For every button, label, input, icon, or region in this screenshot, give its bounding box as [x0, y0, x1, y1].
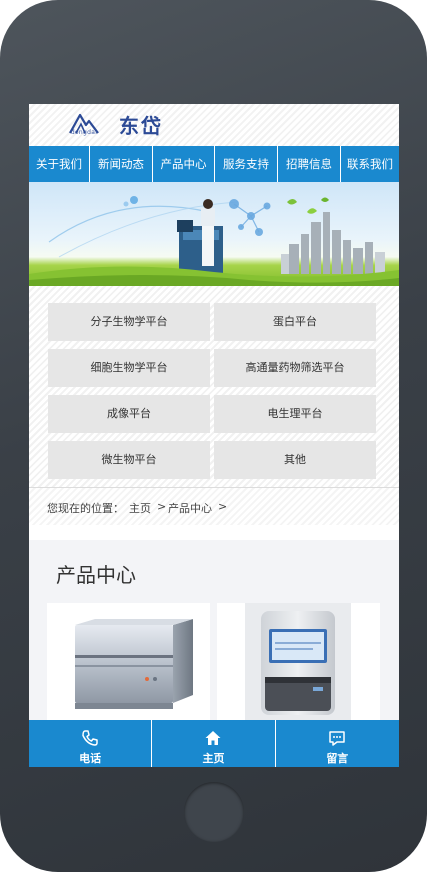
nav-item-news[interactable]: 新闻动态 — [90, 146, 153, 182]
breadcrumb-separator: > — [218, 500, 228, 513]
banner-illustration — [29, 196, 399, 286]
logo-text[interactable]: 东岱 — [119, 110, 163, 139]
main-nav: 关于我们 新闻动态 产品中心 服务支持 招聘信息 联系我们 — [29, 146, 399, 182]
category-button-other[interactable]: 其他 — [214, 441, 376, 479]
home-button[interactable]: 主页 — [152, 720, 276, 767]
breadcrumb-prefix: 您现在的位置： — [47, 502, 124, 515]
nav-item-products[interactable]: 产品中心 — [153, 146, 215, 182]
product-card[interactable] — [47, 603, 210, 733]
message-icon — [329, 731, 346, 746]
category-button-microbiology[interactable]: 微生物平台 — [48, 441, 210, 479]
breadcrumb-home-link[interactable]: 主页 — [129, 500, 151, 516]
category-grid: 分子生物学平台 蛋白平台 细胞生物学平台 高通量药物筛选平台 成像平台 电生理平… — [29, 286, 399, 487]
section-spacer — [29, 525, 399, 540]
product-image-analyzer — [245, 603, 351, 733]
nav-item-service[interactable]: 服务支持 — [215, 146, 278, 182]
phone-frame: dongdai 东岱 关于我们 新闻动态 产品中心 服务支持 招聘信息 联系我们 — [0, 0, 427, 872]
phone-label: 电话 — [79, 752, 102, 765]
nav-item-contact[interactable]: 联系我们 — [341, 146, 399, 182]
phone-icon — [82, 730, 98, 746]
product-card[interactable] — [217, 603, 380, 733]
home-label: 主页 — [202, 752, 225, 765]
message-button[interactable]: 留言 — [276, 720, 399, 767]
message-label: 留言 — [326, 752, 349, 765]
product-image-pcr-instrument — [75, 619, 193, 709]
category-button-imaging[interactable]: 成像平台 — [48, 395, 210, 433]
site-header: dongdai 东岱 — [29, 104, 399, 146]
phone-home-button[interactable] — [184, 782, 244, 842]
category-button-screening[interactable]: 高通量药物筛选平台 — [214, 349, 376, 387]
category-button-electrophysiology[interactable]: 电生理平台 — [214, 395, 376, 433]
category-button-protein[interactable]: 蛋白平台 — [214, 303, 376, 341]
home-icon — [205, 731, 221, 745]
bottom-bar: 电话 主页 留言 — [29, 720, 399, 767]
breadcrumb-separator: > — [157, 500, 167, 513]
nav-item-about[interactable]: 关于我们 — [29, 146, 90, 182]
category-button-molecular[interactable]: 分子生物学平台 — [48, 303, 210, 341]
section-title: 产品中心 — [56, 563, 136, 587]
nav-item-jobs[interactable]: 招聘信息 — [278, 146, 341, 182]
breadcrumb-current-link[interactable]: 产品中心 — [168, 500, 212, 516]
phone-button[interactable]: 电话 — [29, 720, 153, 767]
phone-screen: dongdai 东岱 关于我们 新闻动态 产品中心 服务支持 招聘信息 联系我们 — [29, 104, 399, 767]
breadcrumb: 您现在的位置： 主页 > 产品中心 > — [29, 487, 399, 526]
hero-banner — [29, 182, 399, 286]
logo-subtext: dongdai — [70, 129, 98, 136]
category-button-cell[interactable]: 细胞生物学平台 — [48, 349, 210, 387]
